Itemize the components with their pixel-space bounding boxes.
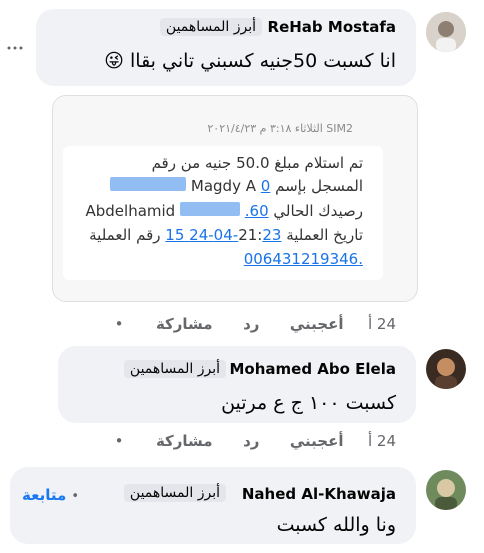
top-contributor-badge: أبرز المساهمين: [123, 360, 226, 378]
sms-line: تم استلام مبلغ 50.0 جنيه من رقم: [151, 154, 363, 172]
balance-link[interactable]: 60.: [245, 202, 269, 220]
transaction-link[interactable]: .006431219346: [244, 250, 363, 268]
comment-text-row: انا كسبت 50جنيه كسبني تاني بقاا 😜: [104, 50, 396, 72]
sms-line: المسجل بإسم Magdy A 0: [110, 177, 363, 195]
sms-header: SIM2 الثلاثاء ٣:١٨ م ٢٠٢١/٤/٢٣: [207, 122, 353, 135]
comment-actions: 24 أ أعجبني رد مشاركة •: [115, 315, 396, 333]
comment-author[interactable]: Nahed Al-Khawaja: [242, 485, 396, 503]
avatar-photo: [426, 12, 466, 52]
phone-link[interactable]: 0: [261, 177, 271, 195]
follow-button[interactable]: متابعة: [22, 486, 66, 504]
timestamp[interactable]: 24 أ: [368, 432, 396, 450]
comment-text: انا كسبت 50جنيه كسبني تاني بقاا: [130, 50, 396, 72]
date-link[interactable]: 23-04-24 15: [165, 226, 281, 244]
reply-button[interactable]: رد: [243, 432, 259, 450]
attachment-image[interactable]: SIM2 الثلاثاء ٣:١٨ م ٢٠٢١/٤/٢٣ تم استلام…: [52, 95, 418, 302]
comment-author[interactable]: Mohamed Abo Elela: [230, 360, 397, 378]
avatar[interactable]: [426, 349, 466, 389]
redacted-mask: [179, 202, 240, 216]
follow-row: متابعة •: [22, 485, 79, 504]
more-dots-icon[interactable]: [7, 36, 23, 50]
comment-actions: 24 أ أعجبني رد مشاركة •: [115, 432, 396, 450]
separator-dot: •: [114, 432, 124, 450]
sms-message: تم استلام مبلغ 50.0 جنيه من رقم المسجل ب…: [63, 146, 383, 280]
comment-text: ونا والله كسبت: [276, 514, 396, 536]
separator-dot: •: [114, 315, 124, 333]
comment-text: كسبت ١٠٠ ج ع مرتين: [221, 392, 396, 414]
reply-button[interactable]: رد: [243, 315, 259, 333]
comment-author[interactable]: ReHab Mostafa: [268, 18, 396, 36]
sms-line: رصيدك الحالي 60. Abdelhamid: [85, 202, 363, 220]
avatar-photo: [426, 349, 466, 389]
separator-dot: •: [71, 489, 80, 504]
like-button[interactable]: أعجبني: [290, 315, 344, 333]
avatar[interactable]: [426, 12, 466, 52]
top-contributor-badge: أبرز المساهمين: [123, 484, 226, 502]
like-button[interactable]: أعجبني: [290, 432, 344, 450]
top-contributor-badge: أبرز المساهمين: [159, 18, 262, 36]
redacted-mask: [110, 177, 187, 191]
emoji: 😜: [104, 50, 124, 72]
share-button[interactable]: مشاركة: [156, 432, 213, 450]
sms-line: تاريخ العملية 21:23-04-24 15 رقم العملية: [89, 226, 363, 244]
avatar-photo: [426, 470, 466, 510]
share-button[interactable]: مشاركة: [156, 315, 213, 333]
avatar[interactable]: [426, 470, 466, 510]
timestamp[interactable]: 24 أ: [368, 315, 396, 333]
sms-line: .006431219346: [244, 250, 363, 268]
